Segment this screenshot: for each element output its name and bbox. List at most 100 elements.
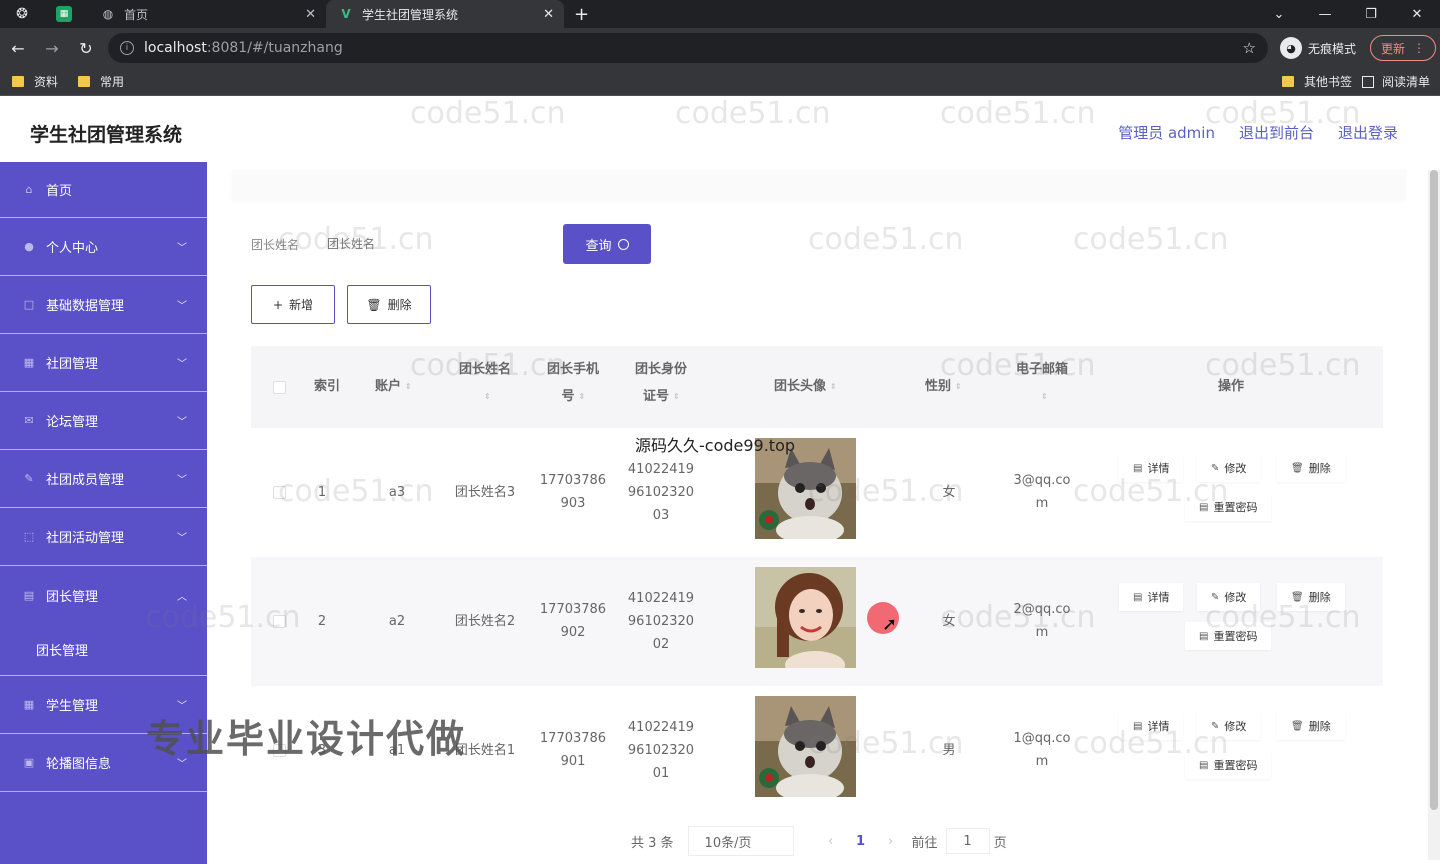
search-form: 团长姓名 查询 <box>251 224 651 264</box>
reset-password-button[interactable]: ▤ 重置密码 <box>1185 622 1272 650</box>
browser-tab-app[interactable]: V 学生社团管理系统 ✕ <box>326 0 564 28</box>
forward-icon[interactable]: → <box>36 32 68 64</box>
row-delete-button[interactable]: 🗑 删除 <box>1277 712 1345 740</box>
add-button[interactable]: + 新增 <box>251 285 335 324</box>
trash-icon: 🗑 <box>1291 720 1304 732</box>
reading-list[interactable]: 阅读清单 <box>1361 73 1430 90</box>
folder-icon <box>12 76 24 87</box>
close-icon[interactable]: ✕ <box>305 7 316 22</box>
scrollbar-thumb[interactable] <box>1430 170 1438 810</box>
sidebar-item-label: 论坛管理 <box>46 415 99 430</box>
row-checkbox[interactable] <box>273 615 286 628</box>
url-input[interactable]: i localhost:8081/#/tuanzhang ☆ <box>108 33 1268 63</box>
bookmark-folder[interactable]: 常用 <box>78 73 124 90</box>
new-tab-icon[interactable]: + <box>574 4 589 25</box>
girl-avatar-image[interactable] <box>755 567 856 668</box>
minimize-icon[interactable]: — <box>1302 0 1348 28</box>
edit-icon: ✎ <box>1211 462 1220 474</box>
cell-email: 2@qq.co m <box>1013 602 1071 640</box>
to-front-link[interactable]: 退出到前台 <box>1239 122 1314 143</box>
col-idcard[interactable]: 团长身份 证号 ⇕ <box>627 356 695 410</box>
select-all-checkbox[interactable] <box>273 381 286 394</box>
close-icon[interactable]: ✕ <box>543 7 554 22</box>
browser-tab-home[interactable]: ◍ 首页 ✕ <box>88 0 326 28</box>
window-close-icon[interactable]: ✕ <box>1394 0 1440 28</box>
restore-icon[interactable]: ❐ <box>1348 0 1394 28</box>
row-checkbox[interactable] <box>273 486 286 499</box>
batch-delete-button[interactable]: 🗑 删除 <box>347 285 431 324</box>
sort-icon: ⇕ <box>405 381 412 391</box>
bookmark-folder[interactable]: 资料 <box>12 73 58 90</box>
leader-name-input[interactable] <box>321 226 553 262</box>
col-index: 索引 <box>313 379 340 394</box>
sidebar-item-profile[interactable]: ● 个人中心 ﹀ <box>0 218 207 276</box>
col-name[interactable]: 团长姓名 ⇕ <box>449 356 521 410</box>
update-button[interactable]: 更新 ⋮ <box>1370 35 1437 61</box>
row-delete-button[interactable]: 🗑 删除 <box>1277 583 1345 611</box>
edit-button[interactable]: ✎ 修改 <box>1197 712 1261 740</box>
edit-button[interactable]: ✎ 修改 <box>1197 454 1261 482</box>
home-icon: ⌂ <box>25 183 33 196</box>
sidebar-item-activities[interactable]: ⬚ 社团活动管理 ﹀ <box>0 508 207 566</box>
back-icon[interactable]: ← <box>2 32 34 64</box>
sheets-extension-icon[interactable]: ▦ <box>56 6 72 22</box>
reset-password-button[interactable]: ▤ 重置密码 <box>1185 493 1272 521</box>
col-ops: 操作 <box>1217 379 1244 394</box>
page-number[interactable]: 1 <box>846 834 876 849</box>
col-email[interactable]: 电子邮箱 ⇕ <box>997 356 1087 410</box>
col-phone[interactable]: 团长手机号 ⇕ <box>539 356 607 410</box>
scrollbar[interactable] <box>1428 170 1440 860</box>
table-row: 2 a2 团长姓名2 17703786 902 41022419 96102320 0… <box>251 557 1383 686</box>
cell-account: a2 <box>388 614 406 629</box>
incognito-label: 无痕模式 <box>1308 41 1357 56</box>
grid-icon: ▦ <box>23 356 35 369</box>
reset-password-button[interactable]: ▤ 重置密码 <box>1185 751 1272 779</box>
page-size-select[interactable]: 10条/页 <box>687 826 794 856</box>
cell-name: 团长姓名2 <box>454 614 516 629</box>
cell-phone: 17703786 901 <box>539 731 607 769</box>
bookmark-star-icon[interactable]: ☆ <box>1243 39 1256 57</box>
detail-button[interactable]: ▤ 详情 <box>1119 454 1184 482</box>
search-button[interactable]: 查询 <box>563 224 651 264</box>
sidebar-item-club[interactable]: ▦ 社团管理 ﹀ <box>0 334 207 392</box>
globe-icon: ◍ <box>102 7 114 21</box>
edit-button[interactable]: ✎ 修改 <box>1197 583 1261 611</box>
info-icon[interactable]: i <box>120 41 134 55</box>
sidebar-item-forum[interactable]: ✉ 论坛管理 ﹀ <box>0 392 207 450</box>
detail-button[interactable]: ▤ 详情 <box>1119 712 1184 740</box>
logout-link[interactable]: 退出登录 <box>1338 122 1398 143</box>
url-host: localhost <box>144 40 207 56</box>
reload-icon[interactable]: ↻ <box>70 32 102 64</box>
row-delete-button[interactable]: 🗑 删除 <box>1277 454 1345 482</box>
next-page-icon[interactable]: › <box>876 834 906 849</box>
incognito-indicator[interactable]: ◕ 无痕模式 <box>1280 37 1356 59</box>
cat-avatar-image[interactable] <box>755 696 856 797</box>
cell-gender: 男 <box>942 743 956 758</box>
cell-phone: 17703786 902 <box>539 602 607 640</box>
sidebar-item-home[interactable]: ⌂ 首页 <box>0 162 207 218</box>
pagination-total: 共 3 条 <box>631 835 674 851</box>
browser-menu-icon[interactable]: ❂ <box>0 0 44 28</box>
folder-icon <box>78 76 91 87</box>
sidebar-item-members[interactable]: ✎ 社团成员管理 ﹀ <box>0 450 207 508</box>
chevron-down-icon: ﹀ <box>177 475 187 486</box>
reading-list-icon <box>1361 75 1374 88</box>
col-account[interactable]: 账户 ⇕ <box>363 373 423 400</box>
sidebar-item-leaders[interactable]: ▤ 团长管理 ︿ <box>0 566 207 624</box>
bookmark-label: 常用 <box>100 75 125 89</box>
goto-page-input[interactable]: 1 <box>945 828 990 854</box>
detail-button[interactable]: ▤ 详情 <box>1119 583 1184 611</box>
sort-icon: ⇕ <box>484 391 491 401</box>
document-icon: ▤ <box>1133 591 1143 603</box>
chevron-up-icon: ︿ <box>177 591 187 603</box>
col-avatar[interactable]: 团长头像 ⇕ <box>755 373 855 400</box>
col-gender[interactable]: 性别 ⇕ <box>913 373 973 400</box>
other-bookmarks[interactable]: 其他书签 <box>1281 73 1352 90</box>
bookmark-label: 其他书签 <box>1303 75 1352 89</box>
tab-search-icon[interactable]: ⌄ <box>1256 0 1302 28</box>
sidebar-item-basic-data[interactable]: □ 基础数据管理 ﹀ <box>0 276 207 334</box>
search-icon <box>617 238 629 250</box>
cell-gender: 女 <box>942 485 956 500</box>
sidebar-subitem-leader-manage[interactable]: 团长管理 <box>0 624 207 676</box>
prev-page-icon[interactable]: ‹ <box>816 834 846 849</box>
